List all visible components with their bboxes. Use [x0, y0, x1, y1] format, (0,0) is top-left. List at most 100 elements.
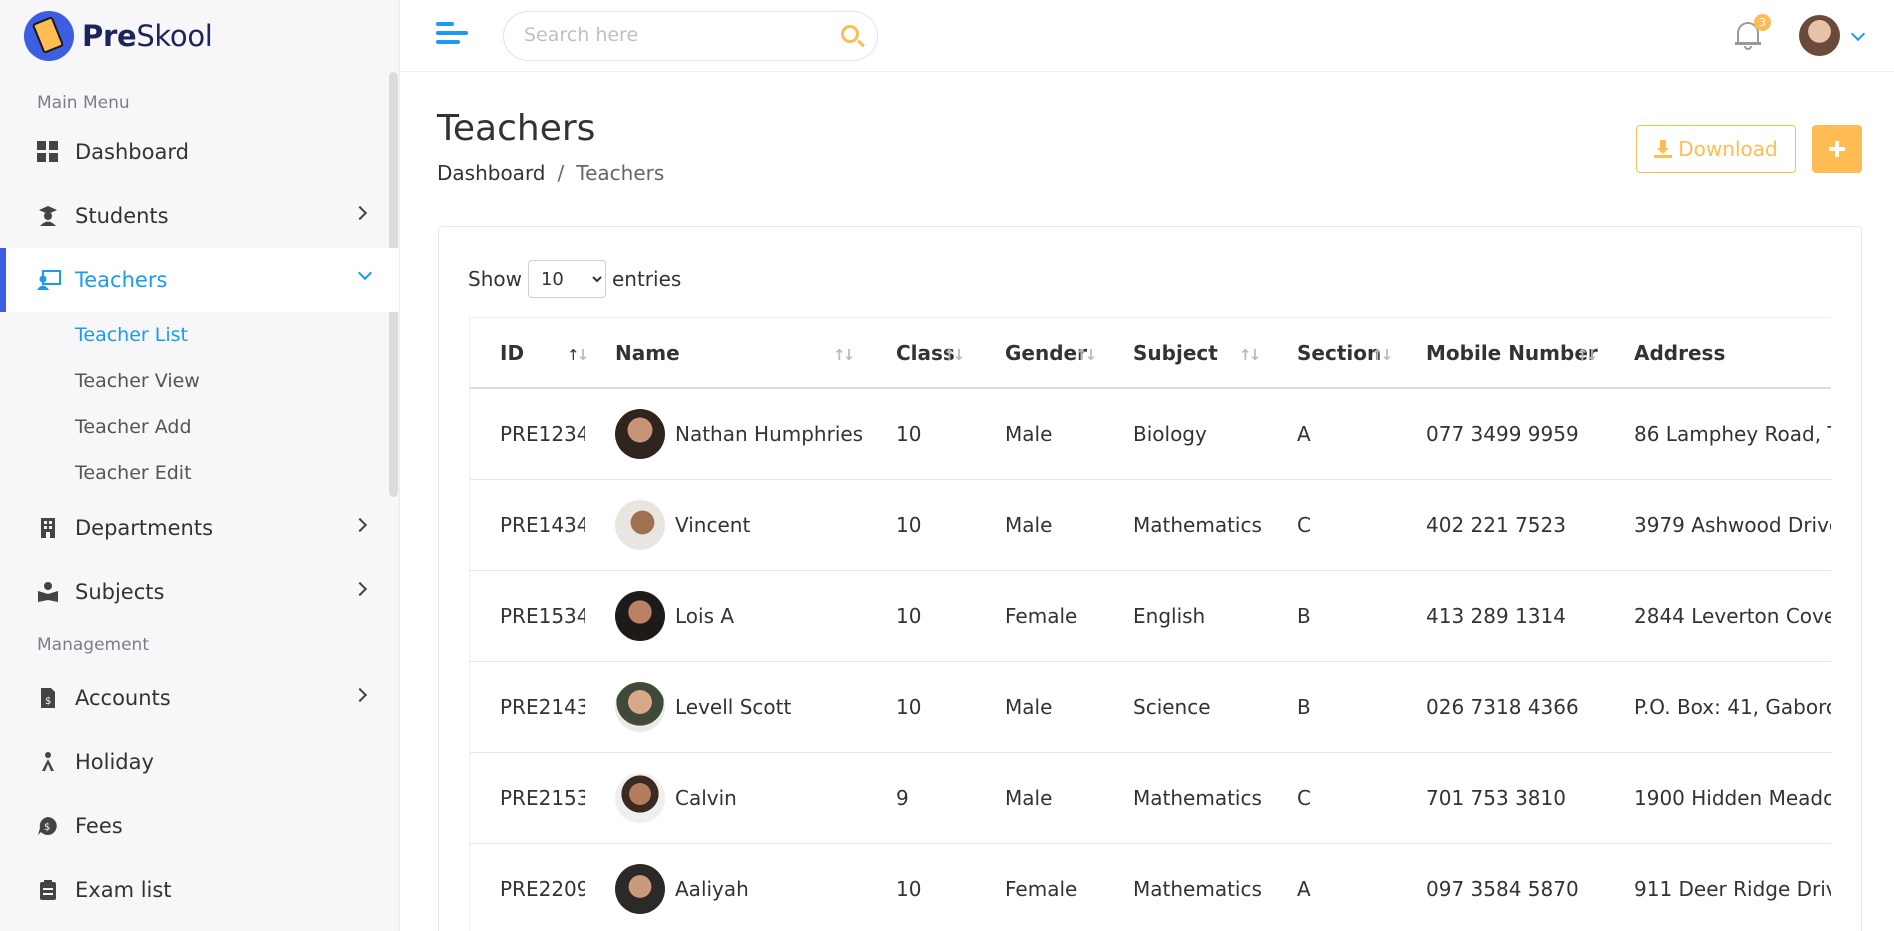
- cell-class: 10: [866, 661, 975, 753]
- book-icon: [37, 581, 59, 603]
- column-header-subject[interactable]: Subject ↑↓: [1103, 318, 1267, 389]
- cell-gender: Female: [975, 570, 1103, 662]
- menu-section-title: Main Menu: [37, 93, 130, 113]
- breadcrumb-dashboard[interactable]: Dashboard: [437, 161, 546, 185]
- add-teacher-button[interactable]: [1812, 125, 1862, 173]
- brand-logo[interactable]: PreSkool: [0, 0, 399, 72]
- column-header-address[interactable]: Address: [1604, 318, 1831, 389]
- menu-section-title: Management: [37, 635, 149, 655]
- download-icon: [1654, 140, 1673, 158]
- cell-mobile: 701 753 3810: [1396, 752, 1604, 844]
- table-row[interactable]: PRE2143 Levell Scott 10 Male Science B 0…: [470, 661, 1831, 753]
- user-avatar[interactable]: [1799, 15, 1840, 56]
- chevron-down-icon: [357, 265, 373, 281]
- teachers-table: ID ↑↓ Name ↑↓ Class ↑↓ Gender ↑↓ Subject ↑↓ S…: [470, 318, 1831, 931]
- teacher-name-link[interactable]: Nathan Humphries: [675, 422, 863, 446]
- avatar[interactable]: [615, 772, 665, 823]
- avatar[interactable]: [615, 499, 665, 550]
- submenu-teacher-edit[interactable]: Teacher Edit: [0, 450, 399, 496]
- sidebar-item-accounts[interactable]: $ Accounts: [0, 666, 399, 730]
- chevron-right-icon: [352, 205, 368, 221]
- column-header-class[interactable]: Class ↑↓: [866, 318, 975, 389]
- sidebar: PreSkool Main Menu Dashboard Students Te…: [0, 0, 400, 931]
- submenu-teacher-add[interactable]: Teacher Add: [0, 404, 399, 450]
- table-row[interactable]: PRE2153 Calvin 9 Male Mathematics C 701 …: [470, 752, 1831, 844]
- sidebar-item-label: Exam list: [75, 878, 172, 902]
- cell-mobile: 077 3499 9959: [1396, 388, 1604, 480]
- cell-gender: Male: [975, 661, 1103, 753]
- download-label: Download: [1678, 137, 1778, 161]
- download-button[interactable]: Download: [1636, 125, 1796, 173]
- teacher-name-link[interactable]: Levell Scott: [675, 695, 791, 719]
- sort-icon: ↑↓: [943, 346, 965, 364]
- cell-id: PRE2209: [470, 843, 585, 931]
- notification-badge: 3: [1754, 14, 1771, 31]
- cell-address: 1900 Hidden Meado: [1604, 752, 1831, 844]
- sidebar-item-students[interactable]: Students: [0, 184, 399, 248]
- column-header-gender[interactable]: Gender ↑↓: [975, 318, 1103, 389]
- sidebar-item-subjects[interactable]: Subjects: [0, 560, 399, 624]
- sidebar-item-label: Fees: [75, 814, 123, 838]
- cell-gender: Male: [975, 479, 1103, 571]
- cell-class: 10: [866, 479, 975, 571]
- sidebar-item-label: Accounts: [75, 686, 171, 710]
- invoice-icon: $: [37, 687, 59, 709]
- menu-toggle-icon[interactable]: [436, 22, 468, 50]
- sort-asc-icon: ↑↓: [567, 346, 589, 364]
- avatar[interactable]: [615, 408, 665, 459]
- sidebar-item-departments[interactable]: Departments: [0, 496, 399, 560]
- sort-icon: ↑↓: [1075, 346, 1097, 364]
- sidebar-item-exam-list[interactable]: Exam list: [0, 858, 399, 922]
- teacher-name-link[interactable]: Aaliyah: [675, 877, 749, 901]
- entries-label: entries: [611, 267, 682, 291]
- clipboard-icon: [37, 879, 59, 901]
- teacher-name-link[interactable]: Calvin: [675, 786, 737, 810]
- cell-mobile: 026 7318 4366: [1396, 661, 1604, 753]
- cell-address: 3979 Ashwood Drive: [1604, 479, 1831, 571]
- column-header-section[interactable]: Section ↑↓: [1267, 318, 1396, 389]
- sidebar-item-dashboard[interactable]: Dashboard: [0, 120, 399, 184]
- sidebar-item-label: Departments: [75, 516, 214, 540]
- sidebar-menu: Main Menu Dashboard Students Teachers Te…: [0, 72, 399, 931]
- table-row[interactable]: PRE1434 Vincent 10 Male Mathematics C 40…: [470, 479, 1831, 571]
- entries-select[interactable]: 10: [527, 260, 606, 298]
- cell-section: A: [1267, 843, 1396, 931]
- column-header-mobile[interactable]: Mobile Number ↑↓: [1396, 318, 1604, 389]
- chevron-right-icon: [352, 687, 368, 703]
- svg-text:$: $: [45, 696, 51, 707]
- building-icon: [37, 517, 59, 539]
- teacher-name-link[interactable]: Lois A: [675, 604, 734, 628]
- avatar[interactable]: [615, 863, 665, 914]
- sidebar-item-label: Teachers: [75, 268, 168, 292]
- logo-icon: [24, 11, 74, 61]
- teachers-table-wrap[interactable]: ID ↑↓ Name ↑↓ Class ↑↓ Gender ↑↓ Subject ↑↓ S…: [469, 317, 1831, 931]
- table-row[interactable]: PRE1234 Nathan Humphries 10 Male Biology…: [470, 388, 1831, 480]
- svg-text:$: $: [44, 822, 50, 833]
- sort-icon: ↑↓: [1371, 346, 1393, 364]
- sort-icon: ↑↓: [1239, 346, 1261, 364]
- cell-id: PRE2143: [470, 661, 585, 753]
- table-row[interactable]: PRE2209 Aaliyah 10 Female Mathematics A …: [470, 843, 1831, 931]
- chevron-down-icon[interactable]: [1850, 26, 1866, 42]
- sidebar-item-holiday[interactable]: Holiday: [0, 730, 399, 794]
- submenu-teacher-list[interactable]: Teacher List: [0, 312, 399, 358]
- submenu-teacher-view[interactable]: Teacher View: [0, 358, 399, 404]
- breadcrumb-separator: /: [557, 161, 565, 185]
- show-label: Show: [468, 267, 522, 291]
- breadcrumb-current: Teachers: [576, 161, 665, 185]
- column-header-id[interactable]: ID ↑↓: [470, 318, 589, 389]
- avatar[interactable]: [615, 681, 665, 732]
- cell-class: 10: [866, 570, 975, 662]
- table-row[interactable]: PRE1534 Lois A 10 Female English B 413 2…: [470, 570, 1831, 662]
- cell-mobile: 413 289 1314: [1396, 570, 1604, 662]
- column-header-name[interactable]: Name ↑↓: [585, 318, 866, 389]
- sidebar-item-teachers[interactable]: Teachers: [0, 248, 399, 312]
- search-input[interactable]: [524, 24, 824, 46]
- search-icon[interactable]: [841, 25, 859, 43]
- teacher-name-link[interactable]: Vincent: [675, 513, 750, 537]
- avatar[interactable]: [615, 590, 665, 641]
- sort-icon: ↑↓: [1576, 346, 1598, 364]
- cell-mobile: 402 221 7523: [1396, 479, 1604, 571]
- sidebar-item-label: Students: [75, 204, 169, 228]
- sidebar-item-fees[interactable]: $ Fees: [0, 794, 399, 858]
